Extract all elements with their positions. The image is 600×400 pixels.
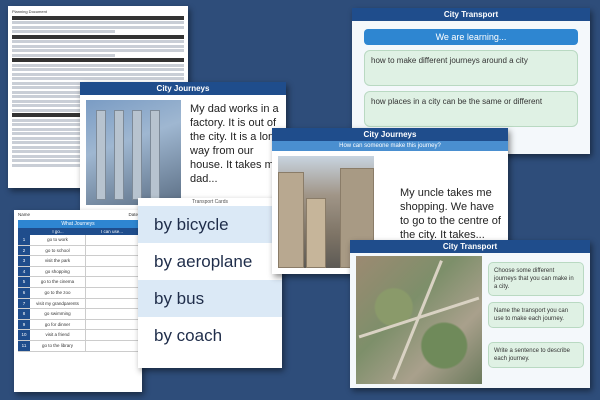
slide-header: City Transport bbox=[352, 8, 590, 21]
column-header-use: I can use... bbox=[86, 228, 138, 235]
story-text: My uncle takes me shopping. We have to g… bbox=[400, 187, 501, 241]
task-box: Choose some different journeys that you … bbox=[488, 262, 584, 296]
name-label: Name bbox=[18, 212, 31, 217]
table-row: 5 go to the cinema bbox=[18, 277, 138, 288]
worksheet-title: What Journeys bbox=[18, 220, 138, 228]
slide-header: City Journeys bbox=[80, 82, 286, 95]
table-row: 4 go shopping bbox=[18, 266, 138, 278]
question-bar: How can someone make this journey? bbox=[272, 141, 508, 151]
story-text: My dad works in a factory. It is out of … bbox=[190, 103, 281, 185]
transport-cards: Transport Cards by bicycle by aeroplane … bbox=[138, 198, 282, 368]
table-row: 8 go swimming bbox=[18, 309, 138, 320]
task-box: Name the transport you can use to make e… bbox=[488, 302, 584, 328]
city-transport-task-slide: City Transport Choose some different jou… bbox=[350, 240, 590, 388]
transport-card: by bus bbox=[138, 280, 282, 317]
task-box: Write a sentence to describe each journe… bbox=[488, 342, 584, 368]
aerial-city-map bbox=[356, 256, 482, 384]
cards-title: Transport Cards bbox=[192, 199, 228, 205]
transport-card: by bicycle bbox=[138, 206, 282, 243]
objective-box: how places in a city can be the same or … bbox=[364, 91, 578, 127]
learning-banner: We are learning... bbox=[364, 29, 578, 45]
table-row: 2 go to school bbox=[18, 245, 138, 257]
table-row: 9 go for dinner bbox=[18, 319, 138, 331]
transport-card: by aeroplane bbox=[138, 243, 282, 280]
table-row: 11 go to the library bbox=[18, 340, 138, 352]
table-row: 7 visit my grandparents bbox=[18, 298, 138, 310]
date-label: Date bbox=[128, 212, 138, 217]
table-row: 3 visit the park bbox=[18, 256, 138, 267]
factory-photo bbox=[86, 100, 181, 205]
table-row: 10 visit a friend bbox=[18, 330, 138, 341]
what-journeys-worksheet: Name Date What Journeys I go... I can us… bbox=[14, 210, 142, 392]
transport-card: by coach bbox=[138, 317, 282, 354]
slide-header: City Transport bbox=[350, 240, 590, 253]
table-row: 1 go to work bbox=[18, 235, 138, 246]
city-journeys-factory-slide: City Journeys My dad works in a factory.… bbox=[80, 82, 286, 210]
slide-header: City Journeys bbox=[272, 128, 508, 141]
plan-title: Planning Document bbox=[12, 9, 47, 14]
table-row: 6 go to the zoo bbox=[18, 287, 138, 299]
column-header-go: I go... bbox=[30, 228, 86, 235]
objective-box: how to make different journeys around a … bbox=[364, 50, 578, 86]
